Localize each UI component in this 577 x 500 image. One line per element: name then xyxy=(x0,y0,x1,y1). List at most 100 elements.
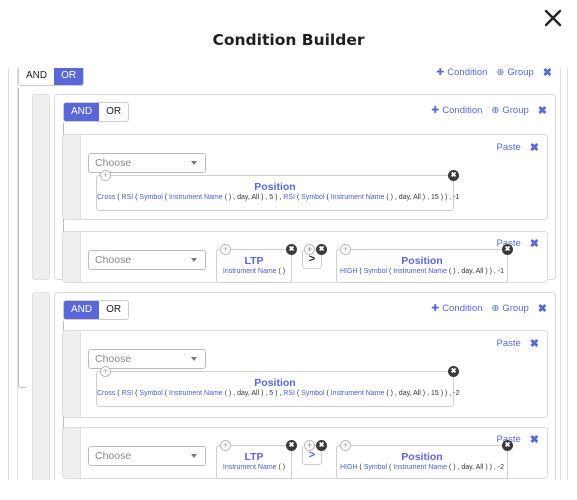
function-token[interactable]: Instrument Name xyxy=(169,390,223,397)
operator-card[interactable]: > + ✖ xyxy=(302,440,327,465)
remove-rule-icon[interactable]: ✖ xyxy=(530,141,539,154)
function-token[interactable]: Cross xyxy=(97,390,115,397)
expression-text: HIGH ( Symbol ( Instrument Name ( ) , da… xyxy=(337,268,507,275)
expression-text: HIGH ( Symbol ( Instrument Name ( ) , da… xyxy=(337,464,507,471)
right-operand-card[interactable]: Position HIGH ( Symbol ( Instrument Name … xyxy=(336,440,513,479)
root-remove-icon[interactable]: ✖ xyxy=(543,68,552,79)
drag-handle[interactable] xyxy=(32,94,50,280)
expression-card[interactable]: Position Cross ( RSI ( Symbol ( Instrumen… xyxy=(96,366,459,407)
condition-tree-viewport[interactable]: AND OR ✚ Condition ⊕ Group ✖ AND OR ✚ Co… xyxy=(8,68,568,480)
group-or-toggle[interactable]: OR xyxy=(99,301,128,319)
add-group-button[interactable]: ⊕ Group xyxy=(491,105,528,116)
function-token[interactable]: Instrument Name xyxy=(223,268,277,275)
expression-token: ( ) , day, All ) , 15 ) ) , -1 xyxy=(384,194,460,201)
remove-rule-icon[interactable]: ✖ xyxy=(530,337,539,350)
add-icon[interactable]: + xyxy=(220,244,231,255)
dialog-title: Condition Builder xyxy=(212,31,365,49)
function-token[interactable]: Instrument Name xyxy=(169,194,223,201)
function-token[interactable]: RSI xyxy=(283,194,295,201)
function-token[interactable]: Symbol xyxy=(301,390,324,397)
function-token[interactable]: Symbol xyxy=(364,268,387,275)
remove-rule-icon[interactable]: ✖ xyxy=(530,237,539,250)
drag-handle[interactable] xyxy=(63,135,81,219)
remove-icon[interactable]: ✖ xyxy=(502,440,513,451)
condition-rule: Paste✖ChooseLTPInstrument Name ( )+✖>+✖P… xyxy=(62,427,548,479)
function-token[interactable]: Symbol xyxy=(301,194,324,201)
function-token[interactable]: HIGH xyxy=(340,268,358,275)
expression-text: Cross ( RSI ( Symbol ( Instrument Name (… xyxy=(97,390,459,397)
remove-icon[interactable]: ✖ xyxy=(286,244,297,255)
remove-rule-icon[interactable]: ✖ xyxy=(530,433,539,446)
add-group-button[interactable]: ⊕ Group xyxy=(491,303,528,314)
condition-group: AND OR ✚ Condition ⊕ Group ✖ Paste ✖ Choos… xyxy=(54,292,556,480)
right-operand-card[interactable]: Position HIGH ( Symbol ( Instrument Name … xyxy=(336,244,513,283)
function-token[interactable]: Instrument Name xyxy=(331,390,385,397)
drag-handle[interactable] xyxy=(63,428,81,478)
group-and-toggle[interactable]: AND xyxy=(64,103,100,121)
root-and-toggle[interactable]: AND xyxy=(19,68,54,85)
card-title: LTP xyxy=(244,255,264,267)
paste-button[interactable]: Paste xyxy=(496,338,520,349)
function-token[interactable]: Instrument Name xyxy=(223,464,277,471)
drag-handle[interactable] xyxy=(32,292,50,480)
add-condition-button[interactable]: ✚ Condition xyxy=(431,105,482,116)
add-icon[interactable]: + xyxy=(340,440,351,451)
operator-card[interactable]: > + ✖ xyxy=(302,244,327,269)
add-icon[interactable]: + xyxy=(304,244,315,255)
remove-icon[interactable]: ✖ xyxy=(448,170,459,181)
card-title: Position xyxy=(401,255,443,267)
function-token[interactable]: RSI xyxy=(122,194,134,201)
remove-group-icon[interactable]: ✖ xyxy=(538,302,547,315)
root-add-condition-button[interactable]: ✚ Condition xyxy=(436,68,487,78)
remove-icon[interactable]: ✖ xyxy=(448,366,459,377)
left-operand-card[interactable]: LTP Instrument Name ( ) + ✖ xyxy=(216,440,297,479)
add-icon[interactable]: + xyxy=(304,440,315,451)
remove-icon[interactable]: ✖ xyxy=(502,244,513,255)
remove-icon[interactable]: ✖ xyxy=(316,244,327,255)
group-or-toggle[interactable]: OR xyxy=(99,103,128,121)
function-token[interactable]: Symbol xyxy=(139,194,162,201)
remove-icon[interactable]: ✖ xyxy=(316,440,327,451)
group-and-toggle[interactable]: AND xyxy=(64,301,100,319)
function-token[interactable]: Cross xyxy=(97,194,115,201)
select-placeholder: Choose xyxy=(95,450,132,462)
group-actions: ✚ Condition ⊕ Group ✖ xyxy=(431,302,547,315)
remove-group-icon[interactable]: ✖ xyxy=(538,104,547,117)
tree-connector xyxy=(18,88,26,388)
root-add-group-button[interactable]: ⊕ Group xyxy=(496,68,533,78)
expression-token: ( ) , day, All ) , 15 ) ) , -2 xyxy=(384,390,460,397)
add-icon[interactable]: + xyxy=(220,440,231,451)
function-token[interactable]: Instrument Name xyxy=(393,464,447,471)
function-token[interactable]: Symbol xyxy=(364,464,387,471)
add-icon[interactable]: + xyxy=(100,366,111,377)
plus-icon: ✚ xyxy=(431,105,440,116)
remove-icon[interactable]: ✖ xyxy=(286,440,297,451)
root-group: AND OR ✚ Condition ⊕ Group ✖ AND OR ✚ Co… xyxy=(17,68,561,480)
field-select[interactable]: Choose xyxy=(88,250,206,270)
drag-handle[interactable] xyxy=(63,232,81,282)
condition-group: AND OR ✚ Condition ⊕ Group ✖ Paste ✖ Choos… xyxy=(54,94,556,283)
expression-token: ( ) , day, All ) ) , -1 xyxy=(446,268,505,275)
field-select[interactable]: Choose xyxy=(88,446,206,466)
plus-icon: ✚ xyxy=(436,68,445,78)
condition-rule: Paste✖ChooseLTPInstrument Name ( )+✖>+✖P… xyxy=(62,231,548,283)
expression-card[interactable]: Position Cross ( RSI ( Symbol ( Instrumen… xyxy=(96,170,459,211)
expression-token: ( ) , day, All ) , 5 ) , xyxy=(222,390,284,397)
function-token[interactable]: HIGH xyxy=(340,464,358,471)
function-token[interactable]: RSI xyxy=(122,390,134,397)
drag-handle[interactable] xyxy=(63,331,81,417)
function-token[interactable]: Instrument Name xyxy=(393,268,447,275)
add-icon[interactable]: + xyxy=(100,170,111,181)
function-token[interactable]: Instrument Name xyxy=(331,194,385,201)
function-token[interactable]: RSI xyxy=(283,390,295,397)
expression-token: ( ) xyxy=(276,268,286,275)
left-operand-card[interactable]: LTP Instrument Name ( ) + ✖ xyxy=(216,244,297,283)
group-combinator: AND OR xyxy=(63,102,130,122)
add-icon[interactable]: + xyxy=(340,244,351,255)
function-token[interactable]: Symbol xyxy=(139,390,162,397)
close-icon[interactable] xyxy=(541,6,565,30)
add-condition-button[interactable]: ✚ Condition xyxy=(431,303,482,314)
root-or-toggle[interactable]: OR xyxy=(54,68,84,85)
root-actions: ✚ Condition ⊕ Group ✖ xyxy=(436,68,552,79)
paste-button[interactable]: Paste xyxy=(496,142,520,153)
